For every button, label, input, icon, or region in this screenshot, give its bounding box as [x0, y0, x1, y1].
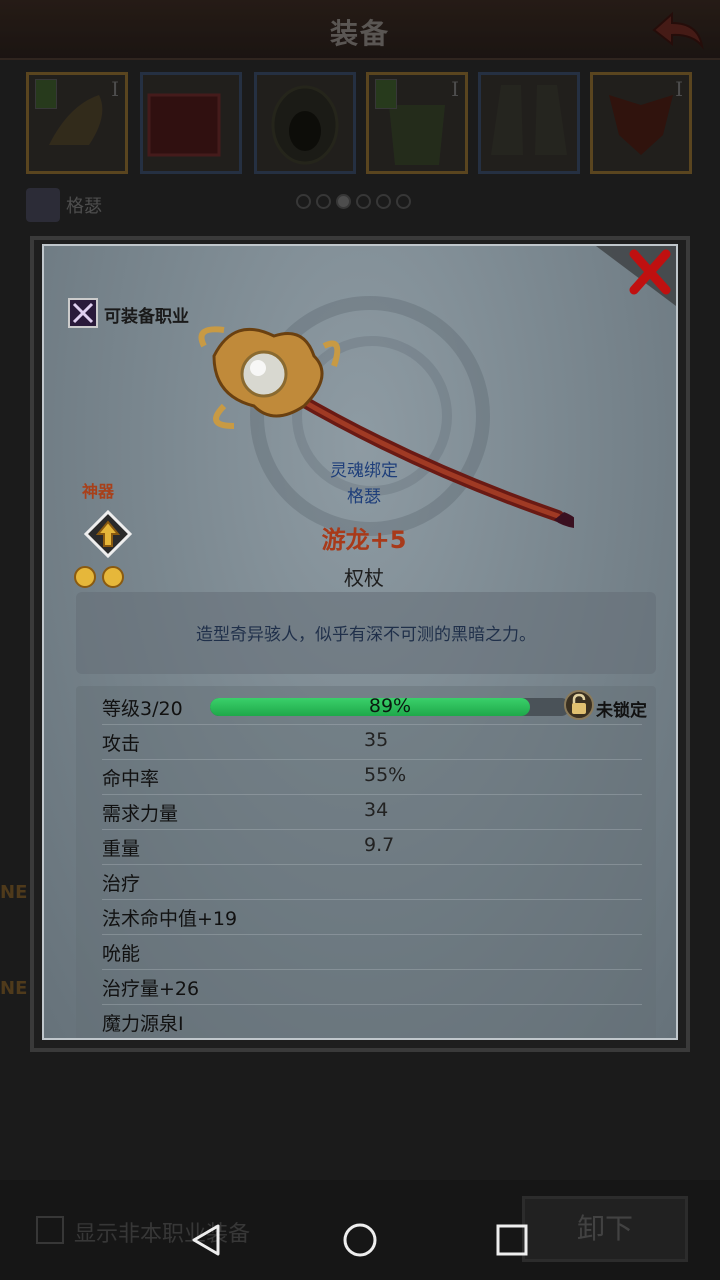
stat-row: 治疗量+26 [102, 970, 642, 1005]
stat-name: 治疗 [102, 873, 141, 895]
stat-row: 治疗 [102, 865, 642, 900]
lock-status-label: 未锁定 [596, 701, 647, 721]
stat-name: 吮能 [102, 943, 141, 965]
stat-name: 治疗量+26 [102, 978, 200, 1000]
class-icon[interactable] [68, 298, 98, 328]
gem-icon [74, 566, 96, 588]
artifact-upgrade-icon[interactable] [82, 508, 134, 560]
system-nav-bar [0, 1200, 720, 1280]
stat-value: 35 [364, 729, 389, 751]
stat-row: 魔力源泉I [102, 1005, 642, 1038]
stat-value: 55% [364, 764, 407, 786]
level-label: 等级3/20 [102, 698, 183, 720]
stat-name: 需求力量 [102, 803, 179, 825]
item-name: 游龙+5 [321, 526, 407, 554]
stat-row: 命中率 55% [102, 760, 642, 795]
crossed-weapons-icon [72, 302, 94, 324]
lock-icon[interactable] [564, 690, 594, 720]
close-button[interactable] [596, 246, 676, 306]
level-row: 等级3/20 89% 未锁定 [102, 690, 647, 725]
item-description: 造型奇异骇人，似乎有深不可测的黑暗之力。 [196, 625, 536, 645]
stat-row: 法术命中值+19 [102, 900, 642, 935]
stat-name: 命中率 [102, 768, 160, 790]
gem-slots [74, 566, 134, 592]
stat-name: 攻击 [102, 733, 141, 755]
rarity-label: 神器 [82, 482, 115, 501]
item-type: 权杖 [344, 566, 384, 590]
description-box: 造型奇异骇人，似乎有深不可测的黑暗之力。 [76, 592, 656, 674]
stat-name: 法术命中值+19 [102, 908, 238, 930]
stat-value: 9.7 [364, 834, 395, 856]
recents-square-icon[interactable] [490, 1218, 534, 1262]
item-detail-modal: 可装备职业 灵魂绑定 格瑟 神器 游龙+5 权杖 造型奇异骇人，似乎有深不可测的… [30, 236, 690, 1052]
level-progress-bar: 89% [210, 698, 570, 716]
soulbind-info: 灵魂绑定 格瑟 [284, 458, 444, 510]
stat-row: 吮能 [102, 935, 642, 970]
stat-row: 攻击 35 [102, 725, 642, 760]
home-circle-icon[interactable] [338, 1218, 382, 1262]
stats-box[interactable]: 等级3/20 89% 未锁定 攻击 35 命中率 55% 需求力量 34 重量 9.7 治疗法术… [76, 686, 656, 1038]
level-progress-text: 89% [368, 698, 412, 716]
gem-icon [102, 566, 124, 588]
soulbind-label: 灵魂绑定 [330, 461, 398, 481]
stat-name: 重量 [102, 838, 141, 860]
close-icon [596, 246, 676, 306]
stat-name: 魔力源泉I [102, 1013, 184, 1035]
bound-character: 格瑟 [347, 487, 381, 507]
stat-value: 34 [364, 799, 389, 821]
stat-row: 重量 9.7 [102, 830, 642, 865]
stat-row: 需求力量 34 [102, 795, 642, 830]
item-detail-panel: 可装备职业 灵魂绑定 格瑟 神器 游龙+5 权杖 造型奇异骇人，似乎有深不可测的… [42, 244, 678, 1040]
back-triangle-icon[interactable] [184, 1218, 228, 1262]
